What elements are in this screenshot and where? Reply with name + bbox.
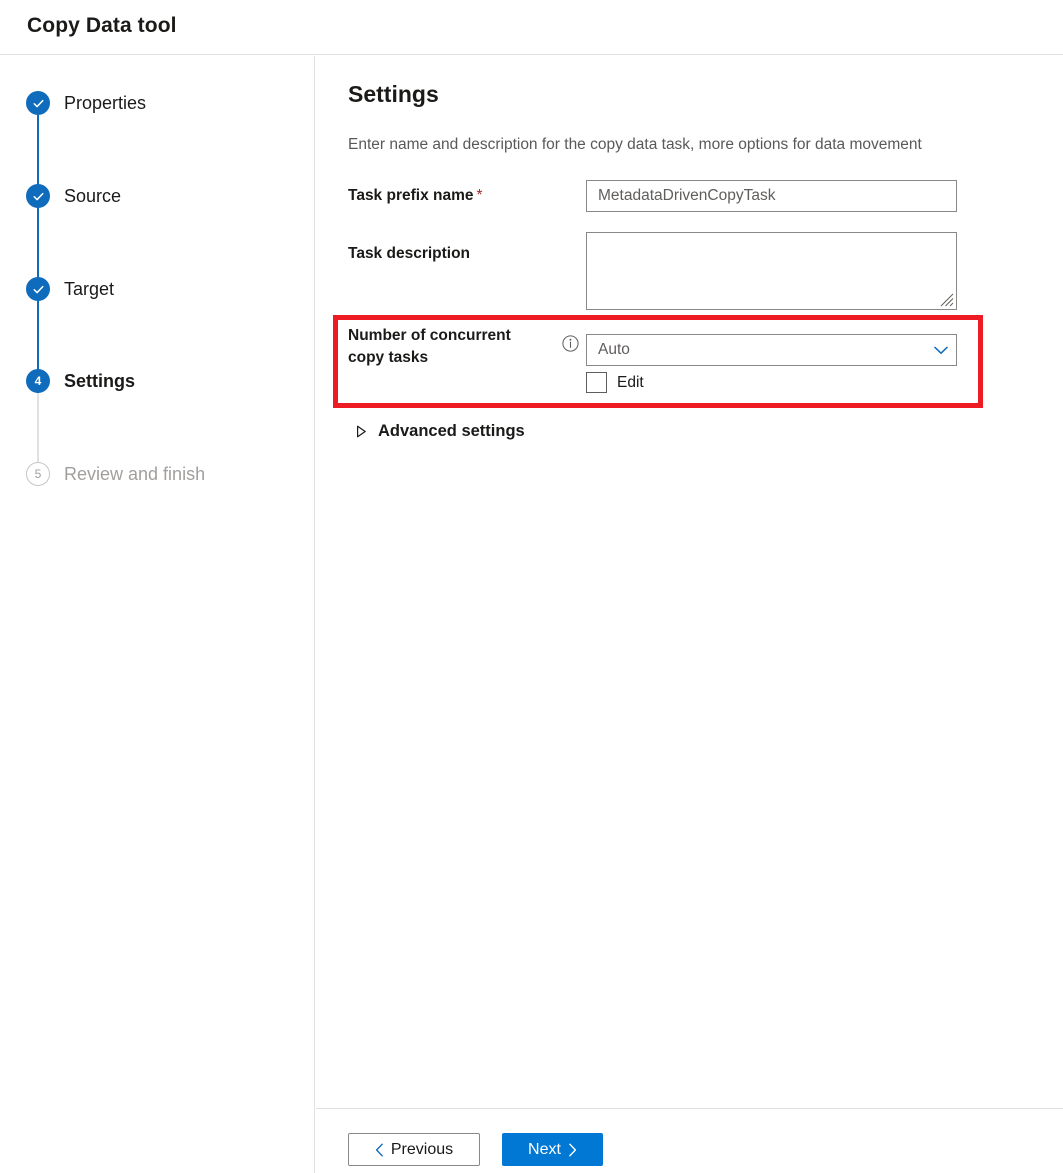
sidebar-item-settings[interactable]: 4 Settings <box>26 367 135 395</box>
concurrent-copy-tasks-value: Auto <box>587 341 926 359</box>
sidebar-item-properties[interactable]: Properties <box>26 89 146 117</box>
advanced-settings-expander[interactable]: Advanced settings <box>354 422 525 441</box>
concurrent-copy-tasks-label: Number of concurrent copy tasks <box>348 325 558 369</box>
check-icon <box>32 190 45 203</box>
chevron-down-icon <box>926 346 956 355</box>
next-button[interactable]: Next <box>502 1133 603 1166</box>
task-prefix-name-label: Task prefix name* <box>348 185 483 207</box>
chevron-left-icon <box>375 1143 384 1157</box>
panel-subtitle: Enter name and description for the copy … <box>348 136 922 154</box>
page-title: Copy Data tool <box>27 14 177 38</box>
check-icon <box>32 283 45 296</box>
edit-checkbox[interactable] <box>586 372 607 393</box>
sidebar-item-source[interactable]: Source <box>26 182 121 210</box>
sidebar-item-label: Target <box>64 279 114 300</box>
concurrent-copy-tasks-label-line1: Number of concurrent <box>348 325 558 347</box>
next-button-label: Next <box>528 1141 561 1159</box>
edit-checkbox-row[interactable]: Edit <box>586 372 644 393</box>
step-number: 5 <box>35 468 42 480</box>
concurrent-copy-tasks-label-line2: copy tasks <box>348 347 558 369</box>
sidebar-item-label: Review and finish <box>64 464 205 485</box>
task-description-textarea[interactable] <box>586 232 957 310</box>
step-marker-settings: 4 <box>26 369 50 393</box>
advanced-settings-label: Advanced settings <box>378 422 525 441</box>
settings-panel: Settings Enter name and description for … <box>316 56 1063 1108</box>
sidebar-item-review-and-finish[interactable]: 5 Review and finish <box>26 460 205 488</box>
task-description-label-text: Task description <box>348 245 470 262</box>
info-icon[interactable] <box>562 335 579 352</box>
step-marker-target <box>26 277 50 301</box>
triangle-right-icon <box>354 425 368 439</box>
task-description-label: Task description <box>348 243 470 265</box>
sidebar-item-label: Settings <box>64 371 135 392</box>
wizard-footer: Previous Next <box>316 1108 1063 1173</box>
panel-title: Settings <box>348 81 439 108</box>
wizard-steps-rail: Properties Source Target 4 <box>0 56 315 1173</box>
step-number: 4 <box>35 375 42 387</box>
task-prefix-name-label-text: Task prefix name <box>348 187 474 204</box>
sidebar-item-label: Source <box>64 186 121 207</box>
previous-button-label: Previous <box>391 1141 453 1159</box>
task-prefix-name-input[interactable] <box>586 180 957 212</box>
step-marker-properties <box>26 91 50 115</box>
chevron-right-icon <box>568 1143 577 1157</box>
concurrent-copy-tasks-dropdown[interactable]: Auto <box>586 334 957 366</box>
edit-checkbox-label: Edit <box>617 374 644 392</box>
sidebar-item-target[interactable]: Target <box>26 275 114 303</box>
sidebar-item-label: Properties <box>64 93 146 114</box>
step-marker-review-and-finish: 5 <box>26 462 50 486</box>
window-header: Copy Data tool <box>0 0 1063 55</box>
previous-button[interactable]: Previous <box>348 1133 480 1166</box>
step-marker-source <box>26 184 50 208</box>
required-asterisk: * <box>477 187 483 204</box>
check-icon <box>32 97 45 110</box>
